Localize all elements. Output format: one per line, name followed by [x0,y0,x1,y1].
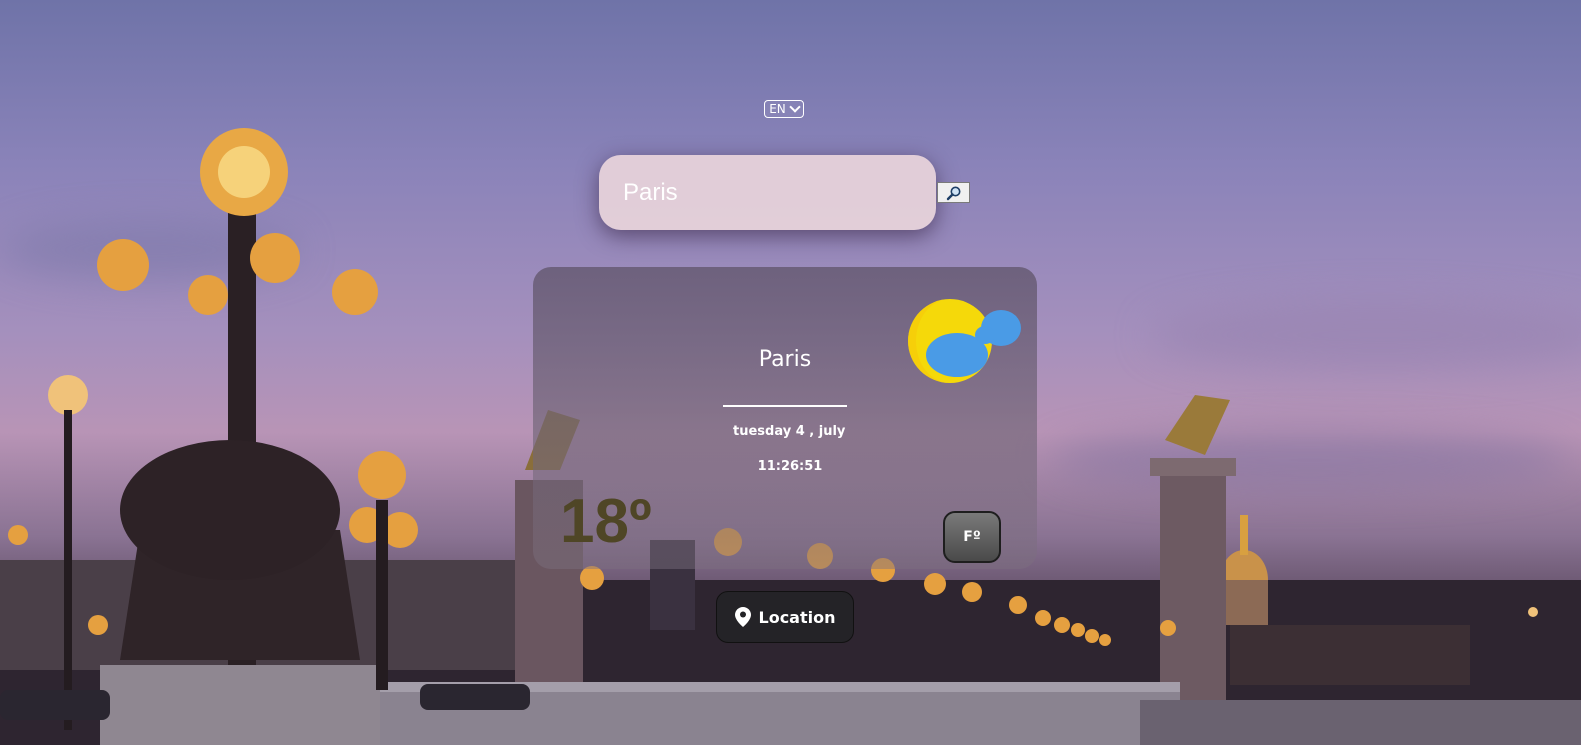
date-text: tuesday 4 , july [733,424,846,439]
language-select[interactable]: EN [764,100,804,118]
location-button[interactable]: Location [716,591,854,643]
divider [723,405,847,407]
search-button[interactable] [937,182,970,203]
sun-behind-cloud-icon [905,297,1025,387]
temperature-value: 18º [560,487,652,556]
search-input-value: Paris [623,178,678,206]
unit-toggle-label: Fº [963,529,981,545]
location-button-label: Location [758,607,836,627]
chevron-down-icon [789,101,801,113]
search-input[interactable]: Paris [599,155,936,230]
map-pin-icon [734,607,751,627]
unit-toggle-button[interactable]: Fº [943,511,1001,563]
city-name: Paris [758,347,812,372]
search-icon [946,186,960,200]
time-text: 11:26:51 [757,459,823,474]
language-select-value: EN [769,102,786,116]
weather-card: Paris tuesday 4 , july 11:26:51 18º Fº [533,267,1037,569]
